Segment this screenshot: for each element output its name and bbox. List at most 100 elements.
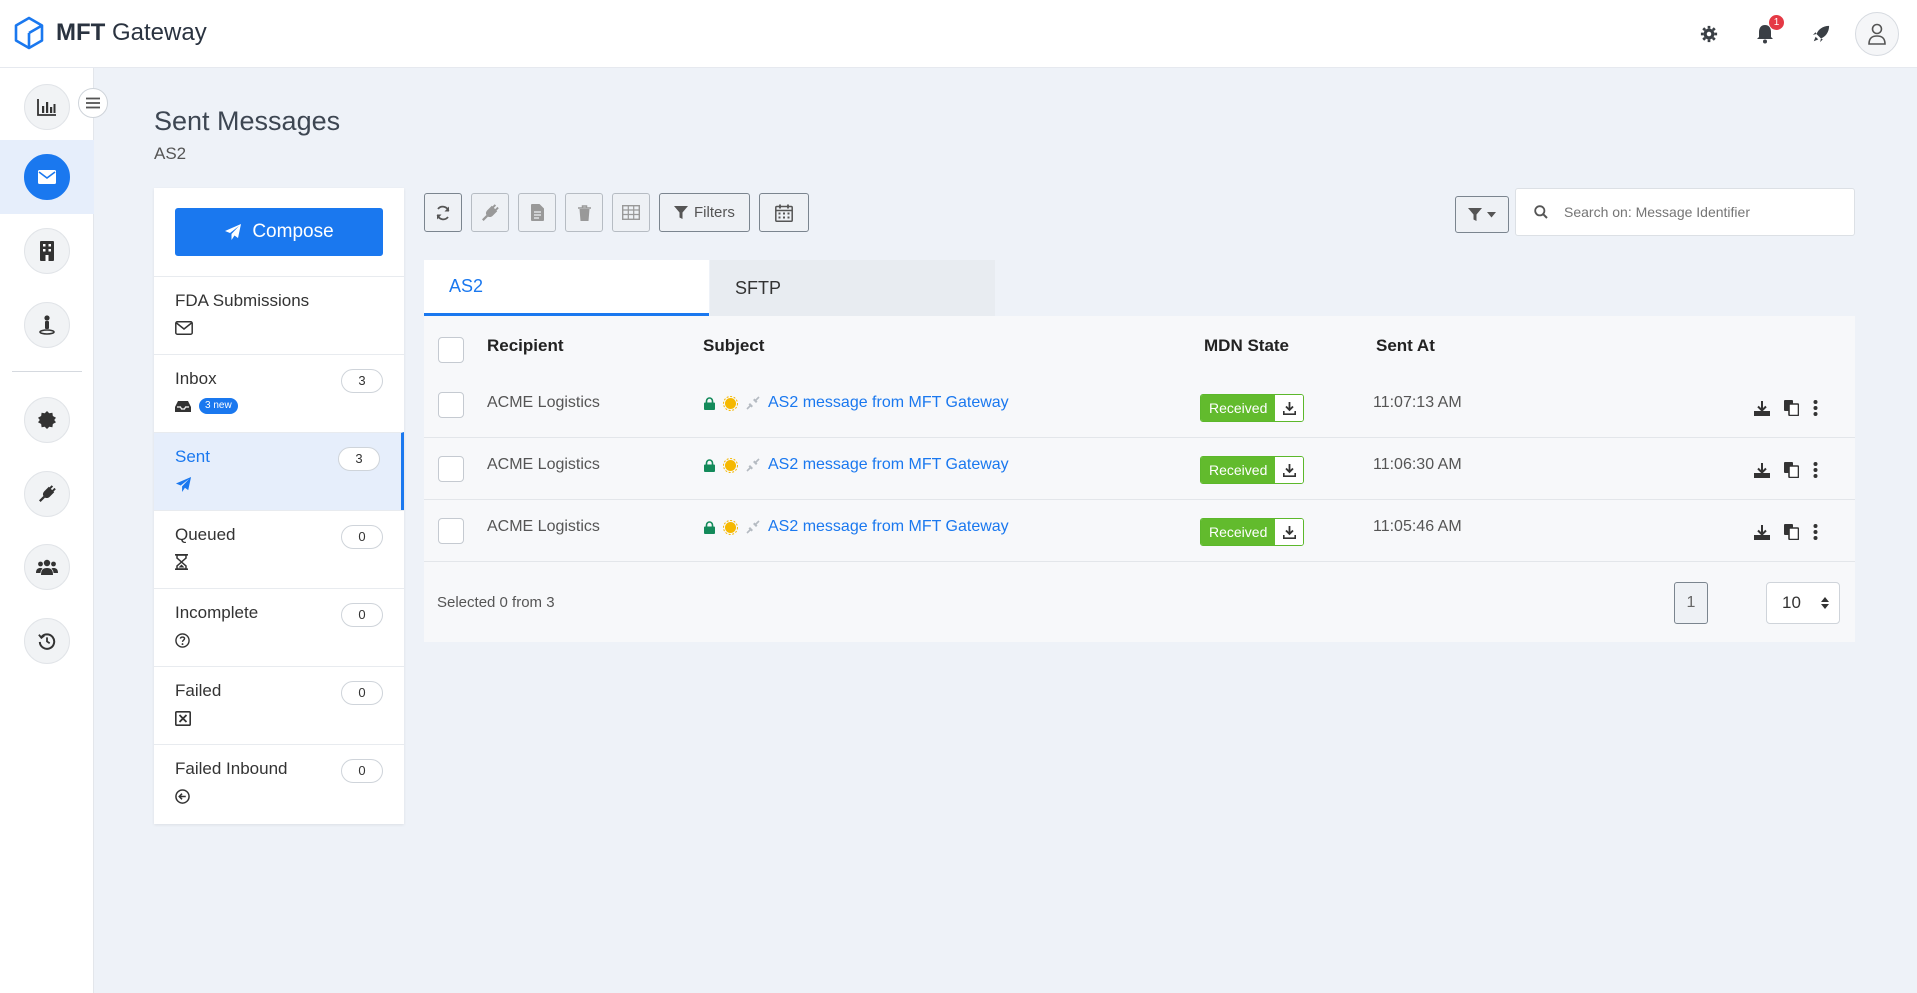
tab-sftp[interactable]: SFTP [710, 260, 995, 316]
plug-icon [39, 485, 56, 502]
column-header-mdn-state[interactable]: MDN State [1204, 336, 1289, 356]
sidebar-collapse-button[interactable] [78, 88, 108, 118]
paper-plane-icon [175, 476, 192, 492]
sidebar-item-history[interactable] [0, 604, 94, 678]
page-size-select[interactable]: 10 [1766, 582, 1840, 624]
plug-disconnected-icon [746, 520, 760, 534]
plug-icon [482, 203, 499, 221]
document-icon [530, 204, 544, 221]
row-checkbox[interactable] [438, 518, 464, 544]
copy-icon[interactable] [1784, 524, 1799, 540]
copy-icon[interactable] [1784, 400, 1799, 416]
delete-button[interactable] [565, 193, 603, 232]
subject-link[interactable]: AS2 message from MFT Gateway [768, 394, 1009, 412]
search-input[interactable] [1564, 204, 1834, 220]
columns-table-button[interactable] [612, 193, 650, 232]
hourglass-icon [175, 554, 188, 570]
user-avatar[interactable] [1855, 12, 1899, 56]
sidebar-item-organizations[interactable] [0, 214, 94, 288]
person-pin-icon [39, 315, 55, 335]
sun-icon [723, 519, 738, 535]
subject-link[interactable]: AS2 message from MFT Gateway [768, 518, 1009, 536]
folder-failed[interactable]: Failed 0 [154, 666, 404, 744]
more-vertical-icon[interactable] [1813, 462, 1818, 478]
download-icon[interactable] [1754, 462, 1770, 478]
sidebar-divider [12, 371, 82, 372]
row-checkbox[interactable] [438, 456, 464, 482]
funnel-icon [1468, 207, 1482, 221]
caret-down-icon [1487, 211, 1496, 217]
sidebar-item-integrations[interactable] [0, 457, 94, 531]
folder-fda-submissions[interactable]: FDA Submissions [154, 276, 404, 354]
table-row[interactable]: ACME Logistics AS2 message from MFT Gate… [424, 438, 1855, 500]
mdn-download-button[interactable] [1275, 457, 1304, 483]
view-document-button[interactable] [518, 193, 556, 232]
table-row[interactable]: ACME Logistics AS2 message from MFT Gate… [424, 376, 1855, 438]
table-header: Recipient Subject MDN State Sent At [424, 316, 1855, 376]
filters-button[interactable]: Filters [659, 193, 750, 232]
recipient-cell: ACME Logistics [487, 456, 600, 473]
paper-plane-icon [225, 224, 242, 240]
more-vertical-icon[interactable] [1813, 524, 1818, 540]
copy-icon[interactable] [1784, 462, 1799, 478]
sent-at-cell: 11:07:13 AM [1373, 394, 1462, 411]
download-icon[interactable] [1754, 400, 1770, 416]
folder-inbox[interactable]: Inbox 3 3 new [154, 354, 404, 432]
lock-icon [704, 520, 715, 534]
sent-at-cell: 11:06:30 AM [1373, 456, 1462, 473]
row-checkbox[interactable] [438, 392, 464, 418]
sent-count-badge: 3 [338, 447, 380, 471]
page-title: Sent Messages [154, 106, 341, 136]
column-header-sent-at[interactable]: Sent At [1376, 336, 1435, 356]
rocket-icon[interactable] [1793, 0, 1849, 68]
recipient-cell: ACME Logistics [487, 394, 600, 411]
tab-as2[interactable]: AS2 [424, 260, 709, 316]
pagination-page-1[interactable]: 1 [1674, 582, 1708, 624]
column-header-recipient[interactable]: Recipient [487, 336, 564, 356]
mdn-download-button[interactable] [1275, 519, 1304, 545]
mdn-state: Received [1200, 394, 1305, 422]
top-bar: MFT Gateway 1 [0, 0, 1917, 68]
refresh-icon [436, 205, 450, 220]
more-vertical-icon[interactable] [1813, 400, 1818, 416]
search-field-dropdown[interactable] [1455, 196, 1509, 233]
envelope-icon [38, 170, 56, 184]
message-toolbar: Filters [424, 193, 809, 232]
table-row[interactable]: ACME Logistics AS2 message from MFT Gate… [424, 500, 1855, 562]
hamburger-menu-icon [86, 97, 100, 109]
mdn-state: Received [1200, 518, 1305, 546]
refresh-button[interactable] [424, 193, 462, 232]
select-all-checkbox[interactable] [438, 337, 464, 363]
incomplete-count-badge: 0 [341, 603, 383, 627]
mdn-download-button[interactable] [1275, 395, 1304, 421]
download-icon [1282, 401, 1296, 415]
sidebar-item-certificates[interactable] [0, 383, 94, 457]
calendar-icon [774, 204, 793, 222]
users-group-icon [36, 559, 58, 575]
date-range-button[interactable] [758, 193, 809, 232]
folder-incomplete[interactable]: Incomplete 0 [154, 588, 404, 666]
mdn-status-badge: Received [1201, 519, 1276, 545]
selection-summary: Selected 0 from 3 [437, 594, 555, 611]
sidebar-item-users[interactable] [0, 530, 94, 604]
folder-queued[interactable]: Queued 0 [154, 510, 404, 588]
cube-logo-icon [14, 16, 44, 50]
resend-plug-button[interactable] [471, 193, 509, 232]
sidebar-item-messages[interactable] [0, 140, 94, 214]
compose-button[interactable]: Compose [175, 208, 383, 256]
download-icon[interactable] [1754, 524, 1770, 540]
brand[interactable]: MFT Gateway [12, 16, 207, 50]
inbox-new-badge: 3 new [199, 398, 238, 414]
folder-sent[interactable]: Sent 3 [154, 432, 404, 510]
folder-failed-inbound[interactable]: Failed Inbound 0 [154, 744, 404, 824]
settings-gear-icon[interactable] [1681, 0, 1737, 68]
subject-link[interactable]: AS2 message from MFT Gateway [768, 456, 1009, 474]
failed-inbound-count-badge: 0 [341, 759, 383, 783]
sidebar-item-partners[interactable] [0, 288, 94, 362]
page-subtitle: AS2 [154, 144, 187, 163]
x-square-icon [175, 710, 191, 726]
column-header-subject[interactable]: Subject [703, 336, 764, 356]
notifications-bell-icon[interactable]: 1 [1737, 0, 1793, 68]
question-circle-icon [175, 632, 190, 648]
lock-icon [704, 458, 715, 472]
